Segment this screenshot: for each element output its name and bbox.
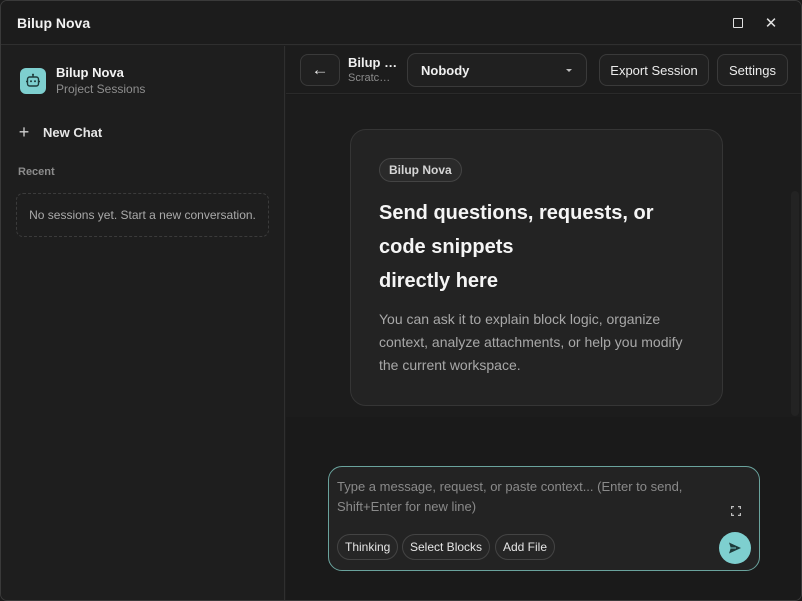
session-subtitle: Scratch Project xyxy=(348,72,394,84)
welcome-headline: Send questions, requests, or code snippe… xyxy=(379,196,699,298)
maximize-icon xyxy=(733,18,743,28)
chevron-down-icon xyxy=(566,69,572,72)
chat-toolbar: ← Bilup Nova Scratch Project Nobody Expo… xyxy=(286,46,801,94)
scrollbar[interactable] xyxy=(791,191,799,416)
back-button[interactable]: ← xyxy=(300,54,340,86)
close-icon: ✕ xyxy=(764,15,778,32)
sidebar: Bilup Nova Project Sessions + New Chat R… xyxy=(1,46,285,600)
new-chat-button[interactable]: + New Chat xyxy=(17,120,103,144)
export-session-button[interactable]: Export Session xyxy=(599,54,709,86)
arrow-left-icon: ← xyxy=(311,60,329,79)
close-button[interactable]: ✕ xyxy=(760,13,782,33)
brand-name: Bilup Nova xyxy=(56,65,124,80)
session-title: Bilup Nova xyxy=(348,55,400,70)
assistant-badge: Bilup Nova xyxy=(379,158,462,182)
title-bar: Bilup Nova ✕ xyxy=(1,1,801,45)
window-title: Bilup Nova xyxy=(17,15,91,31)
add-file-button[interactable]: Add File xyxy=(495,534,556,560)
send-button[interactable] xyxy=(719,532,751,564)
new-chat-label: New Chat xyxy=(43,124,103,140)
settings-button[interactable]: Settings xyxy=(717,54,788,86)
thinking-toggle[interactable]: Thinking xyxy=(337,534,399,560)
welcome-headline-line2: directly here xyxy=(379,270,498,292)
welcome-body: You can ask it to explain block logic, o… xyxy=(379,311,683,373)
select-blocks-button[interactable]: Select Blocks xyxy=(402,534,491,560)
plus-icon: + xyxy=(18,122,30,142)
model-select-value: Nobody xyxy=(421,63,470,78)
message-area: Bilup Nova Send questions, requests, or … xyxy=(286,95,801,417)
model-select[interactable]: Nobody xyxy=(407,53,587,87)
chat-panel: ← Bilup Nova Scratch Project Nobody Expo… xyxy=(286,46,801,600)
welcome-card: Bilup Nova Send questions, requests, or … xyxy=(350,129,723,406)
send-icon xyxy=(729,542,741,554)
maximize-button[interactable] xyxy=(727,13,749,33)
robot-icon xyxy=(20,68,46,94)
expand-icon[interactable] xyxy=(729,504,743,518)
empty-sessions-message: No sessions yet. Start a new conversatio… xyxy=(16,193,269,237)
app-window: Bilup Nova ✕ Bilup Nova Project Sessions… xyxy=(0,0,802,601)
welcome-headline-line1: Send questions, requests, or code snippe… xyxy=(379,202,654,258)
message-input[interactable] xyxy=(337,477,707,521)
brand-subtitle: Project Sessions xyxy=(56,82,146,96)
recent-heading: Recent xyxy=(18,166,55,178)
message-composer: Thinking Select Blocks Add File xyxy=(328,466,760,571)
